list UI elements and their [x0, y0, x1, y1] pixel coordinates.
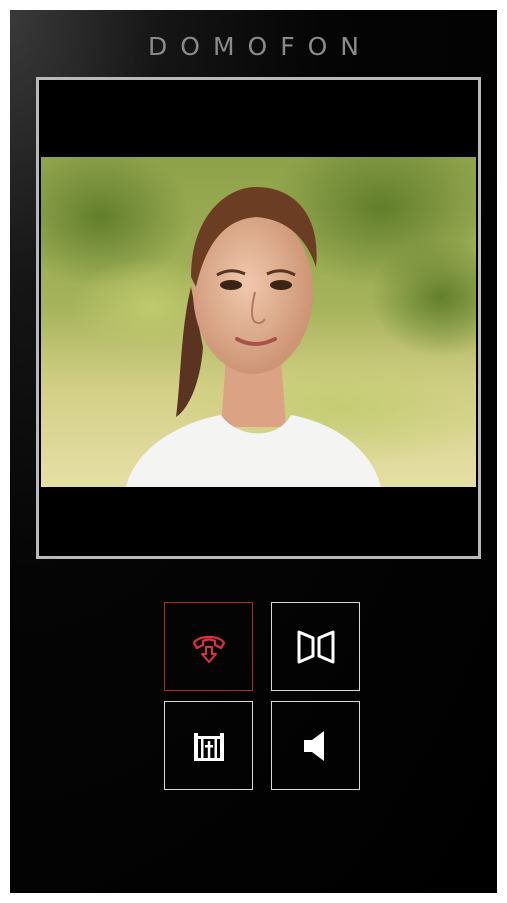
double-door-icon — [295, 628, 337, 666]
phone-screen: DOMOFON — [10, 10, 497, 893]
hangup-button[interactable] — [164, 602, 253, 691]
speaker-icon — [298, 727, 334, 765]
open-gate-button[interactable] — [164, 701, 253, 790]
visitor-image — [41, 157, 476, 487]
open-door-button[interactable] — [271, 602, 360, 691]
app-title: DOMOFON — [148, 32, 372, 61]
phone-hangup-icon — [190, 628, 228, 666]
speaker-button[interactable] — [271, 701, 360, 790]
gate-icon — [190, 727, 228, 765]
call-controls — [164, 602, 361, 792]
video-frame — [36, 77, 481, 559]
video-feed — [41, 157, 476, 487]
